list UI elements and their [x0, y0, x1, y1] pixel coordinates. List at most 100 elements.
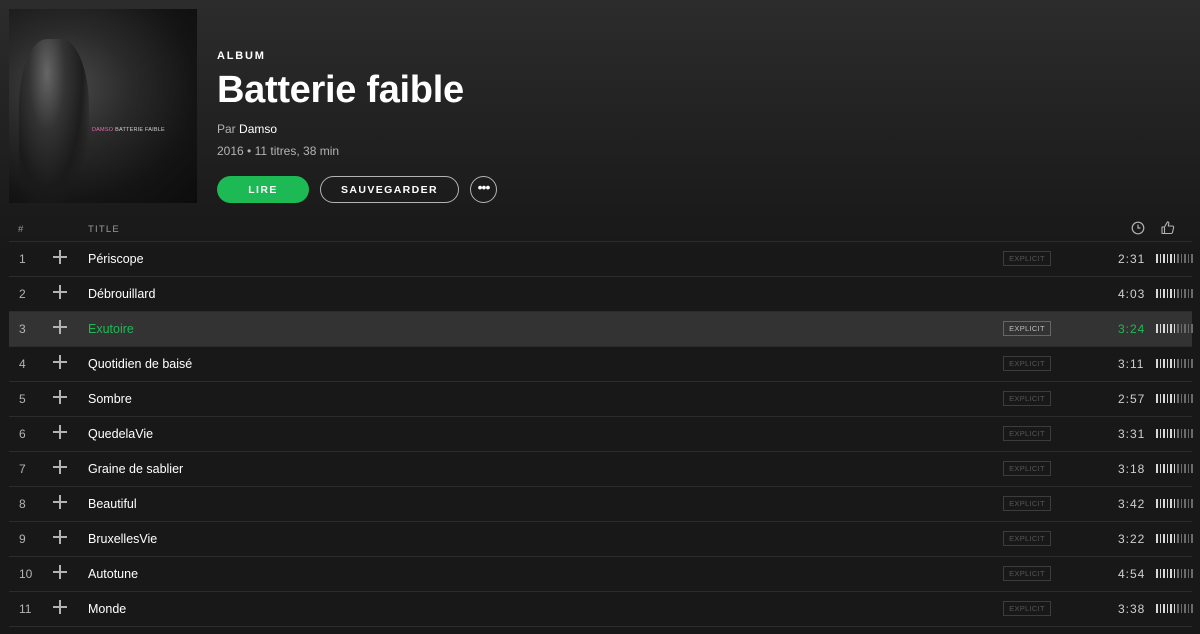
popularity-bar: [1166, 534, 1168, 543]
popularity-meter: [1156, 359, 1193, 368]
popularity-bar: [1184, 289, 1186, 298]
popularity-bar: [1163, 464, 1165, 473]
track-duration: 2:31: [1118, 252, 1146, 266]
track-title[interactable]: Exutoire: [88, 322, 134, 336]
popularity-bar: [1159, 254, 1161, 263]
track-row[interactable]: 4 Quotidien de baisé EXPLICIT 3:11: [9, 347, 1193, 382]
track-title[interactable]: BruxellesVie: [88, 532, 157, 546]
track-title[interactable]: QuedelaVie: [88, 427, 153, 441]
album-type-label: ALBUM: [217, 50, 266, 62]
track-duration: 3:18: [1118, 462, 1146, 476]
more-dots-icon: •••: [477, 178, 491, 195]
popularity-bar: [1184, 394, 1186, 403]
album-page: DAMSO BATTERIE FAIBLE ALBUM Batterie faib…: [0, 0, 1200, 634]
track-number: 1: [19, 252, 26, 266]
popularity-bar: [1159, 359, 1161, 368]
popularity-bar: [1156, 289, 1158, 298]
add-track-icon[interactable]: [53, 425, 67, 439]
add-track-icon[interactable]: [53, 460, 67, 474]
popularity-bar: [1177, 359, 1179, 368]
add-track-icon[interactable]: [53, 285, 67, 299]
popularity-bar: [1177, 464, 1179, 473]
track-duration: 4:54: [1118, 567, 1146, 581]
explicit-badge: EXPLICIT: [1003, 426, 1051, 441]
track-duration: 3:22: [1118, 532, 1146, 546]
popularity-bar: [1163, 359, 1165, 368]
track-title[interactable]: Graine de sablier: [88, 462, 183, 476]
popularity-bar: [1180, 604, 1182, 613]
album-cover[interactable]: DAMSO BATTERIE FAIBLE: [9, 9, 197, 203]
popularity-bar: [1180, 394, 1182, 403]
popularity-bar: [1187, 254, 1189, 263]
popularity-bar: [1156, 394, 1158, 403]
clock-icon[interactable]: [1131, 221, 1145, 238]
popularity-bar: [1191, 289, 1193, 298]
add-track-icon[interactable]: [53, 390, 67, 404]
popularity-meter: [1156, 394, 1193, 403]
add-track-icon[interactable]: [53, 355, 67, 369]
popularity-bar: [1173, 534, 1175, 543]
track-row[interactable]: 1 Périscope EXPLICIT 2:31: [9, 242, 1193, 277]
popularity-bar: [1156, 569, 1158, 578]
artist-link[interactable]: Damso: [239, 122, 277, 136]
more-options-button[interactable]: •••: [470, 176, 497, 203]
cover-artist-text: DAMSO: [92, 127, 114, 133]
popularity-bar: [1187, 359, 1189, 368]
popularity-bar: [1170, 254, 1172, 263]
popularity-bar: [1163, 324, 1165, 333]
add-track-icon[interactable]: [53, 250, 67, 264]
popularity-bar: [1184, 359, 1186, 368]
track-row[interactable]: 8 Beautiful EXPLICIT 3:42: [9, 487, 1193, 522]
explicit-badge: EXPLICIT: [1003, 531, 1051, 546]
popularity-meter: [1156, 289, 1193, 298]
track-title[interactable]: Périscope: [88, 252, 144, 266]
track-number: 2: [19, 287, 26, 301]
track-row[interactable]: 10 Autotune EXPLICIT 4:54: [9, 557, 1193, 592]
play-button[interactable]: LIRE: [217, 176, 309, 203]
add-track-icon[interactable]: [53, 565, 67, 579]
track-row[interactable]: 5 Sombre EXPLICIT 2:57: [9, 382, 1193, 417]
popularity-bar: [1170, 394, 1172, 403]
popularity-bar: [1180, 499, 1182, 508]
track-title[interactable]: Sombre: [88, 392, 132, 406]
track-row[interactable]: 3 Exutoire EXPLICIT 3:24: [9, 312, 1193, 347]
track-number: 3: [19, 322, 26, 336]
track-title[interactable]: Monde: [88, 602, 126, 616]
track-row[interactable]: 2 Débrouillard 4:03: [9, 277, 1193, 312]
popularity-bar: [1166, 464, 1168, 473]
column-title[interactable]: TITLE: [88, 224, 120, 235]
add-track-icon[interactable]: [53, 320, 67, 334]
column-number: #: [18, 224, 25, 235]
popularity-bar: [1156, 499, 1158, 508]
track-row[interactable]: 6 QuedelaVie EXPLICIT 3:31: [9, 417, 1193, 452]
track-duration: 4:03: [1118, 287, 1146, 301]
album-header: ALBUM Batterie faible Par Damso 2016 • 1…: [217, 50, 464, 158]
popularity-bar: [1170, 324, 1172, 333]
track-duration: 3:31: [1118, 427, 1146, 441]
add-track-icon[interactable]: [53, 495, 67, 509]
track-row[interactable]: 7 Graine de sablier EXPLICIT 3:18: [9, 452, 1193, 487]
popularity-bar: [1173, 429, 1175, 438]
popularity-bar: [1170, 464, 1172, 473]
popularity-bar: [1156, 359, 1158, 368]
track-title[interactable]: Débrouillard: [88, 287, 155, 301]
thumbs-up-icon[interactable]: [1160, 220, 1175, 238]
track-title[interactable]: Beautiful: [88, 497, 137, 511]
track-row[interactable]: 11 Monde EXPLICIT 3:38: [9, 592, 1193, 627]
popularity-bar: [1187, 429, 1189, 438]
explicit-badge: EXPLICIT: [1003, 461, 1051, 476]
add-track-icon[interactable]: [53, 530, 67, 544]
track-row[interactable]: 9 BruxellesVie EXPLICIT 3:22: [9, 522, 1193, 557]
track-duration: 3:38: [1118, 602, 1146, 616]
save-button[interactable]: SAUVEGARDER: [320, 176, 459, 203]
track-title[interactable]: Quotidien de baisé: [88, 357, 192, 371]
add-track-icon[interactable]: [53, 600, 67, 614]
popularity-meter: [1156, 534, 1193, 543]
tracklist-header: # TITLE: [9, 218, 1192, 242]
cover-portrait: [19, 39, 89, 203]
popularity-bar: [1170, 534, 1172, 543]
popularity-bar: [1180, 289, 1182, 298]
track-title[interactable]: Autotune: [88, 567, 138, 581]
popularity-bar: [1166, 359, 1168, 368]
popularity-bar: [1184, 534, 1186, 543]
